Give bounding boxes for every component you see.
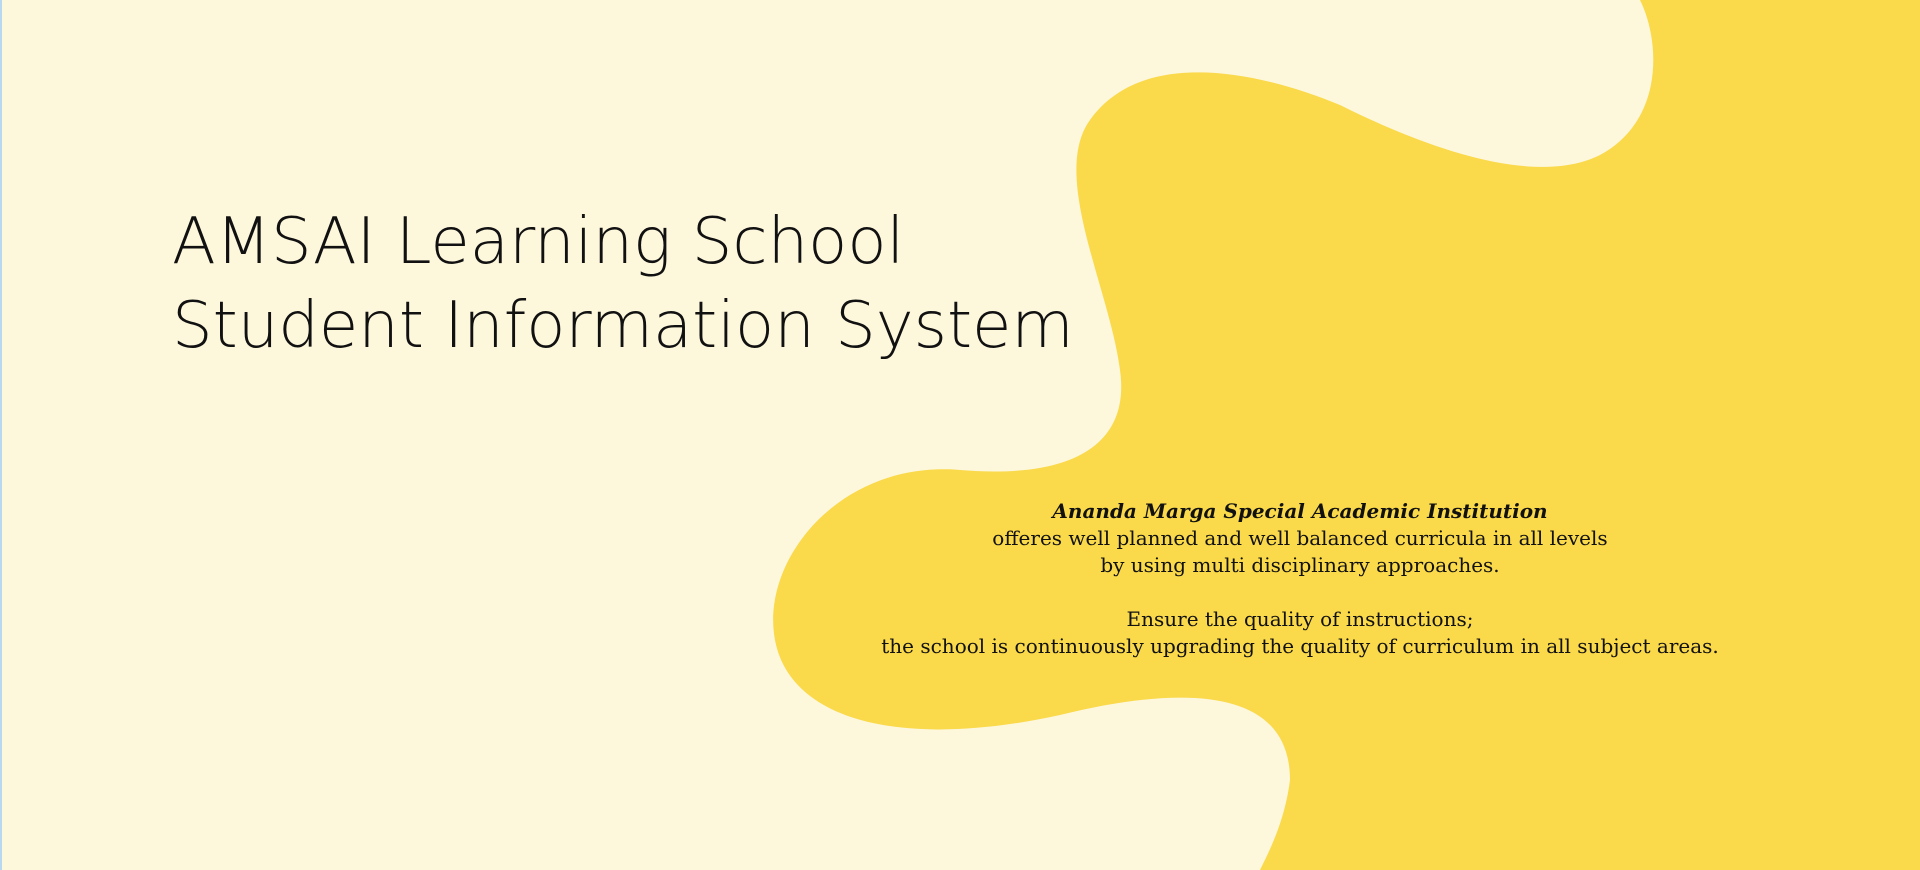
- landing-page: AMSAI Learning School Student Informatio…: [0, 0, 1920, 870]
- title-line-2: Student Information System: [172, 289, 1074, 363]
- school-description: Ananda Marga Special Academic Institutio…: [820, 498, 1780, 660]
- description-line-4: the school is continuously upgrading the…: [881, 634, 1719, 658]
- description-line-2: by using multi disciplinary approaches.: [1100, 553, 1500, 577]
- decorative-blob: [773, 0, 1920, 870]
- title-line-1: AMSAI Learning School: [172, 205, 905, 279]
- page-title: AMSAI Learning School Student Informatio…: [172, 200, 1074, 368]
- description-line-1: offeres well planned and well balanced c…: [992, 526, 1608, 550]
- institution-name: Ananda Marga Special Academic Institutio…: [1052, 499, 1548, 523]
- description-line-3: Ensure the quality of instructions;: [1126, 607, 1474, 631]
